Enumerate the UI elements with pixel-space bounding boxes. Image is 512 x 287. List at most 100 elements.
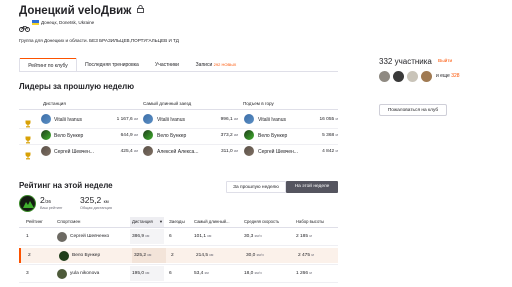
rank-cell: 3	[26, 271, 29, 276]
row-divider	[19, 264, 338, 265]
speed-cell: 30,3 км/ч	[244, 234, 262, 239]
members-count: 332 участника	[379, 57, 432, 66]
member-avatar[interactable]	[407, 71, 418, 82]
th-elevation[interactable]: Набор высоты	[296, 219, 324, 224]
tab-last-workout[interactable]: Последняя тренировка	[80, 58, 144, 72]
speed-cell: 30,0 км/ч	[246, 253, 264, 258]
trophy-icon	[24, 131, 32, 144]
tab-members[interactable]: Участники	[148, 58, 186, 72]
club-title: Донецкий veloДвиж	[19, 4, 144, 17]
bike-icon	[19, 19, 30, 37]
athlete-name[interactable]: yula nikonova	[70, 266, 99, 281]
elevation-cell: 2 185 м	[296, 234, 312, 239]
leader-name[interactable]: Вело Бункер	[157, 133, 186, 139]
leave-club-link[interactable]: Выйти	[438, 59, 452, 64]
this-week-button[interactable]: На этой неделе	[286, 181, 338, 193]
leader-name[interactable]: Вело Бункер	[258, 133, 287, 139]
elevation-cell: 1 266 м	[296, 271, 312, 276]
member-avatar[interactable]	[379, 71, 390, 82]
athlete-avatar[interactable]	[244, 130, 254, 140]
th-longest[interactable]: Самый длинный...	[194, 219, 229, 224]
athlete-avatar[interactable]	[57, 231, 67, 242]
th-speed[interactable]: Средняя скорость	[244, 219, 279, 224]
col-distance: Дистанция	[43, 101, 66, 106]
tab-divider	[19, 71, 338, 72]
last-week-button[interactable]: За прошлую неделю	[226, 181, 286, 193]
sort-down-icon: ▼	[159, 219, 163, 224]
athlete-avatar[interactable]	[59, 250, 69, 261]
rank-cell: 2	[28, 253, 31, 258]
leader-name[interactable]: Алексей Алекса...	[157, 149, 198, 155]
leader-value: 16 055 м	[319, 116, 339, 122]
tab-active-indicator	[20, 58, 76, 59]
ukraine-flag-icon	[32, 20, 39, 25]
new-posts-badge: 292 НОВЫХ	[213, 62, 237, 67]
my-rank-label: Ваш рейтинг	[40, 206, 63, 210]
leader-value: 5 368 м	[322, 132, 338, 138]
report-club-button[interactable]: Пожаловаться на клуб	[379, 104, 447, 116]
leader-name[interactable]: Вело Бункер	[54, 133, 83, 139]
th-athlete[interactable]: Спортсмен	[57, 219, 80, 224]
th-rank[interactable]: Рейтинг	[26, 219, 43, 224]
rides-cell: 2	[171, 253, 174, 258]
athlete-name[interactable]: Вело Бункер	[72, 248, 100, 263]
distance-cell: 195,0 км	[130, 266, 164, 281]
more-members[interactable]: и еще 328	[436, 73, 460, 79]
my-rank: 2/36	[40, 195, 51, 205]
leader-name[interactable]: Vitalii Ivanus	[157, 117, 185, 123]
my-avatar	[19, 195, 36, 212]
club-name: Донецкий veloДвиж	[19, 5, 132, 17]
athlete-avatar[interactable]	[143, 146, 153, 156]
leader-value: 644,9 км	[120, 132, 138, 138]
tab-posts[interactable]: Записи 292 НОВЫХ	[190, 58, 242, 72]
col-longest: Самый длинный заезд	[143, 101, 192, 106]
table-row[interactable]: 3 yula nikonova 195,0 км 6 53,4 км 18,0 км/ч 1…	[19, 266, 338, 281]
th-rides[interactable]: Заезды	[169, 219, 185, 224]
leader-name[interactable]: Vitalii Ivanus	[258, 117, 286, 123]
leader-name[interactable]: Сергей Шевчен...	[258, 149, 298, 155]
leader-value: 311,0 км	[220, 148, 238, 154]
leaders-header-line	[19, 109, 338, 110]
rides-cell: 6	[169, 271, 172, 276]
col-climb: Подъем в гору	[243, 101, 274, 106]
row-divider	[19, 245, 338, 246]
table-row[interactable]: 2 Вело Бункер 325,2 км 2 214,5 км 30,0 км/ч 2 …	[19, 248, 338, 263]
athlete-avatar[interactable]	[57, 268, 67, 279]
trophy-icon	[24, 147, 32, 160]
speed-cell: 18,0 км/ч	[244, 271, 262, 276]
row-divider	[19, 282, 338, 283]
distance-cell: 325,2 км	[132, 248, 166, 263]
leader-value: 1 167,6 км	[116, 116, 138, 122]
athlete-avatar[interactable]	[143, 114, 153, 124]
table-header: Рейтинг Спортсмен Дистанция ▼ Заезды Сам…	[19, 216, 338, 228]
rides-cell: 6	[169, 234, 172, 239]
longest-cell: 214,5 км	[196, 253, 214, 258]
athlete-avatar[interactable]	[41, 146, 51, 156]
athlete-name[interactable]: Сергей Шевченко	[70, 229, 109, 244]
row-divider	[19, 128, 338, 129]
athlete-avatar[interactable]	[244, 114, 254, 124]
my-distance: 325,2 км	[80, 195, 109, 205]
longest-cell: 53,4 км	[194, 271, 209, 276]
leader-value: 373,2 км	[220, 132, 238, 138]
athlete-avatar[interactable]	[244, 146, 254, 156]
my-distance-label: Общая дистанция	[80, 206, 112, 210]
leader-name[interactable]: Vitalii Ivanus	[54, 117, 82, 123]
leader-name[interactable]: Сергей Шевчен...	[54, 149, 94, 155]
athlete-avatar[interactable]	[41, 130, 51, 140]
club-description: Группа для Донецких и области. БЕЗ БРАЗИ…	[19, 38, 179, 43]
th-distance[interactable]: Дистанция ▼	[130, 217, 164, 227]
tab-club-rating[interactable]: Рейтинг по клубу	[19, 58, 77, 72]
athlete-avatar[interactable]	[143, 130, 153, 140]
club-location: Донецк, Donetsk, Ukraine	[41, 19, 95, 25]
rank-cell: 1	[26, 234, 29, 239]
weekly-title: Рейтинг на этой неделе	[19, 181, 113, 190]
leader-value: 425,4 км	[120, 148, 138, 154]
longest-cell: 101,1 км	[194, 234, 212, 239]
leader-value: 996,1 км	[220, 116, 238, 122]
elevation-cell: 2 475 м	[298, 253, 314, 258]
member-avatar[interactable]	[393, 71, 404, 82]
table-row[interactable]: 1 Сергей Шевченко 386,9 км 6 101,1 км 30,3 км…	[19, 229, 338, 244]
member-avatar[interactable]	[421, 71, 432, 82]
athlete-avatar[interactable]	[41, 114, 51, 124]
